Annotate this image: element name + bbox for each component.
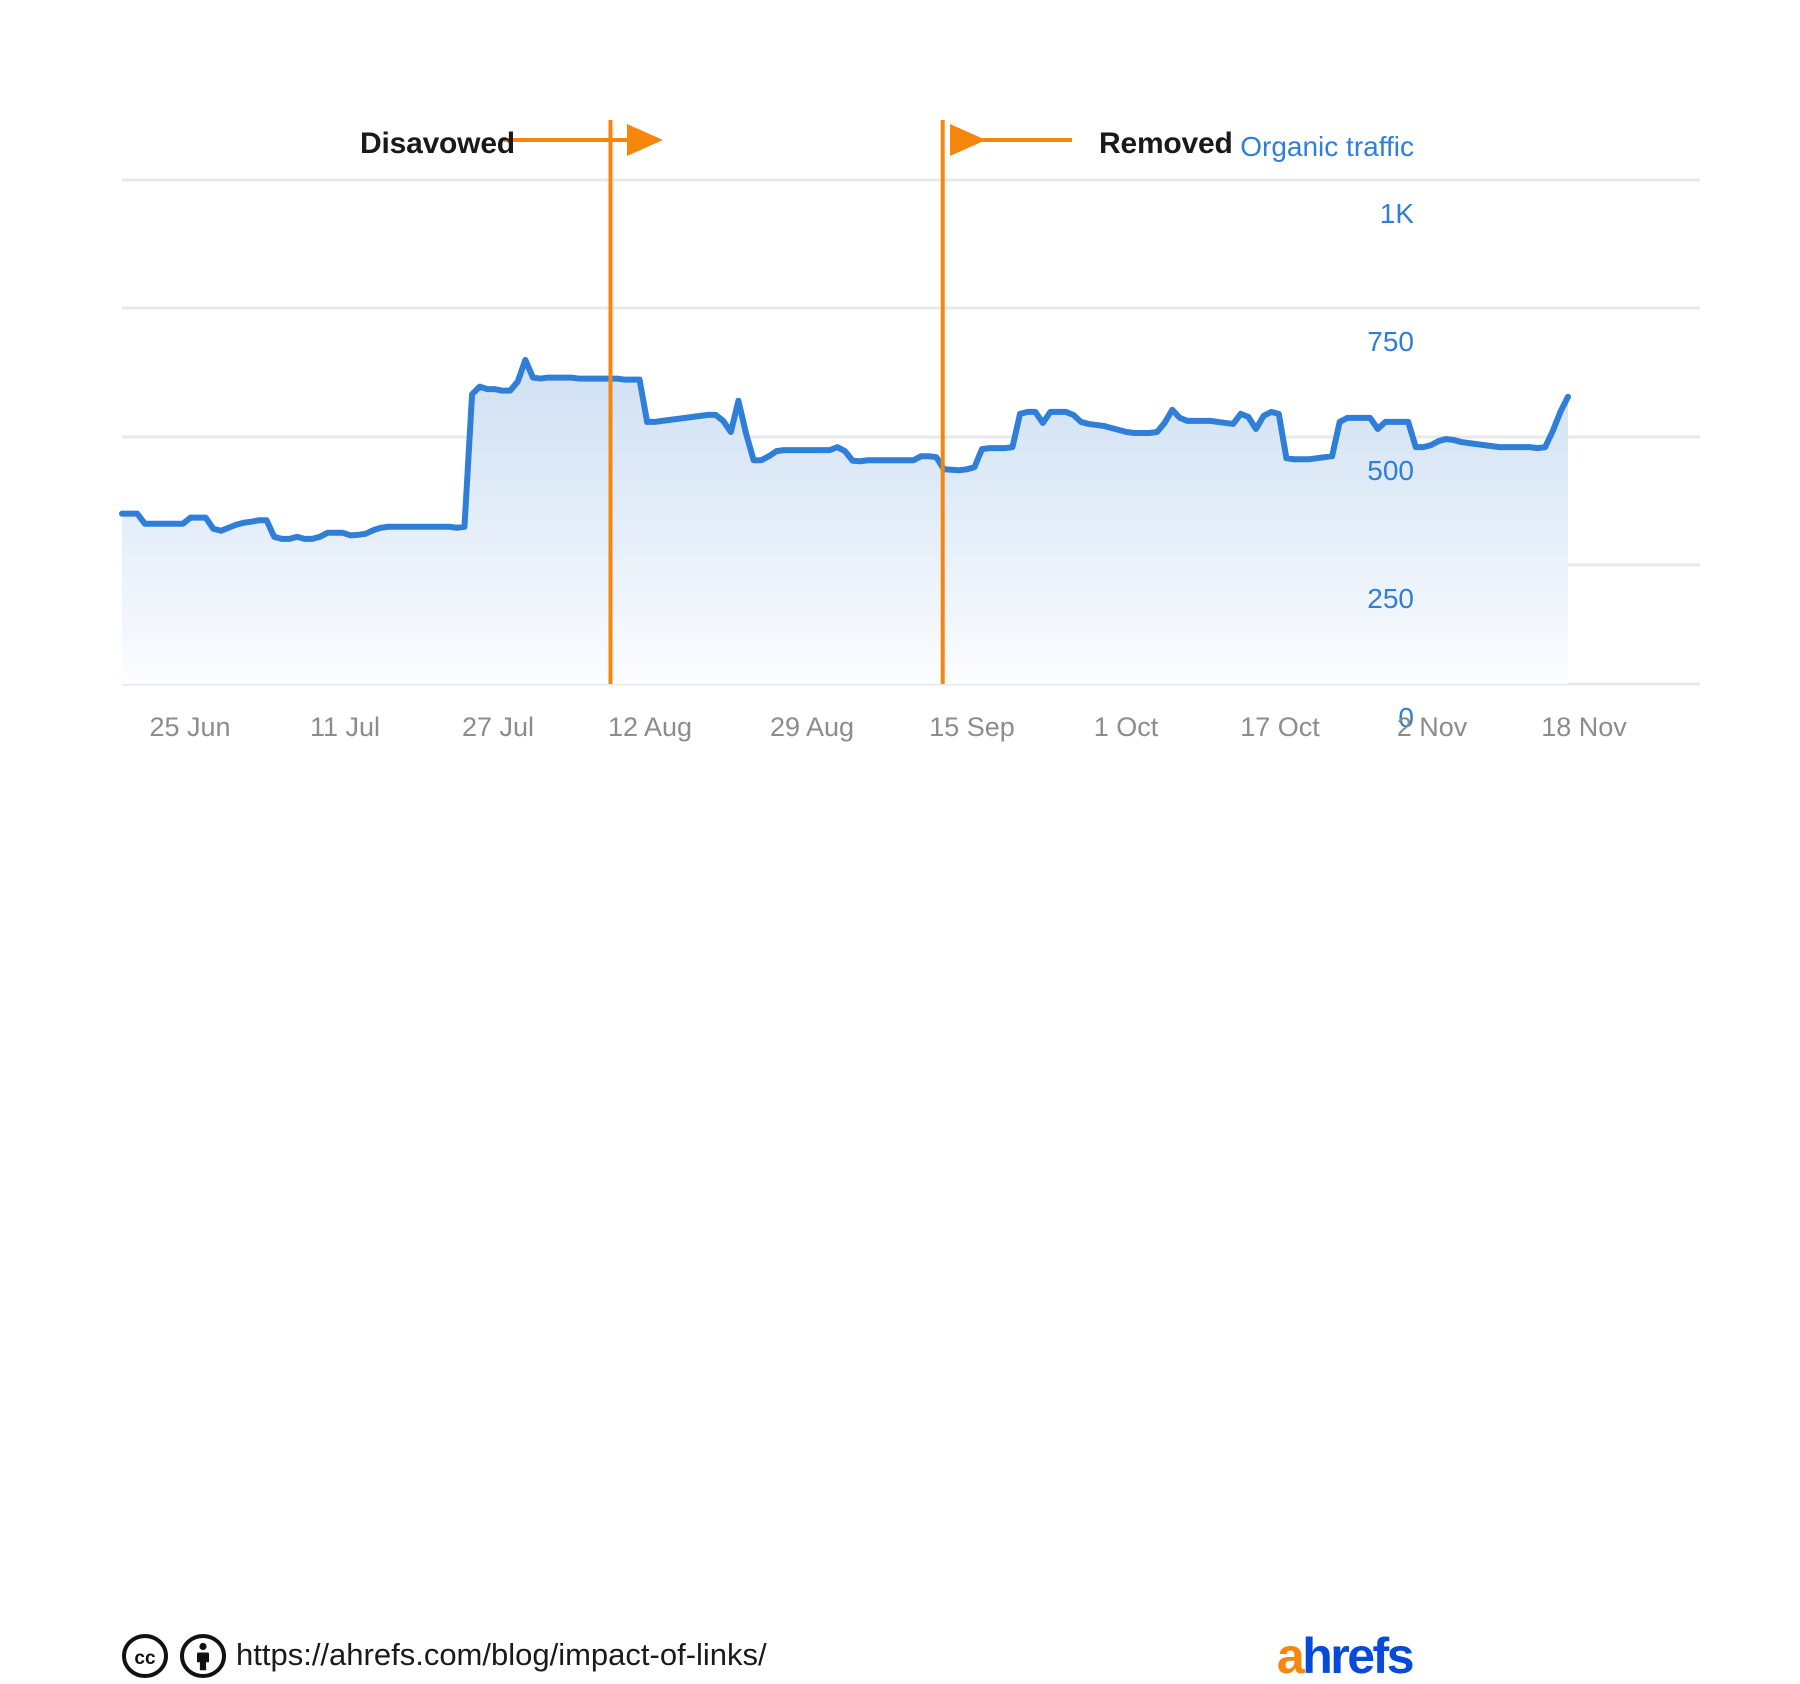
x-tick-label-29-aug: 29 Aug xyxy=(769,712,855,742)
series-label-organic-traffic: Organic traffic xyxy=(1240,131,1414,162)
footer: cc https://ahrefs.com/blog/impact-of-lin… xyxy=(0,800,1800,1684)
ahrefs-logo-a: a xyxy=(1276,1628,1305,1684)
x-tick-label-12-aug: 12 Aug xyxy=(607,712,693,742)
area-fill xyxy=(122,359,1568,684)
x-tick-label-17-oct: 17 Oct xyxy=(1240,712,1320,742)
x-tick-label-25-jun: 25 Jun xyxy=(149,712,231,742)
annotation-label-disavowed: Disavowed xyxy=(360,127,515,160)
creative-commons-icon: cc xyxy=(122,1634,168,1678)
y-tick-label-500: 500 xyxy=(1367,455,1414,486)
chart-canvas xyxy=(119,120,1700,686)
ahrefs-logo: ahrefs xyxy=(1276,1628,1415,1684)
x-tick-label-27-jul: 27 Jul xyxy=(461,712,535,742)
y-tick-label-750: 750 xyxy=(1367,326,1414,357)
series-organic-traffic xyxy=(119,356,1571,684)
svg-text:cc: cc xyxy=(134,1648,156,1669)
x-tick-label-2-nov: 2 Nov xyxy=(1396,712,1468,742)
x-tick-label-18-nov: 18 Nov xyxy=(1541,712,1627,742)
ahrefs-logo-hrefs: hrefs xyxy=(1302,1628,1414,1684)
x-tick-label-15-sep: 15 Sep xyxy=(929,712,1015,742)
chart-page: Disavowed Removed Organic traffic 1K 750… xyxy=(0,0,1800,1684)
organic-traffic-chart: Disavowed Removed Organic traffic 1K 750… xyxy=(0,0,1800,770)
y-tick-label-1k: 1K xyxy=(1379,198,1414,229)
x-tick-label-11-jul: 11 Jul xyxy=(309,712,381,742)
x-tick-label-1-oct: 1 Oct xyxy=(1093,712,1159,742)
license-icons: cc xyxy=(122,1633,226,1679)
source-url[interactable]: https://ahrefs.com/blog/impact-of-links/ xyxy=(236,1633,767,1677)
y-tick-label-250: 250 xyxy=(1367,583,1414,614)
annotation-label-removed: Removed xyxy=(1099,127,1233,160)
attribution-by-icon xyxy=(180,1634,226,1678)
